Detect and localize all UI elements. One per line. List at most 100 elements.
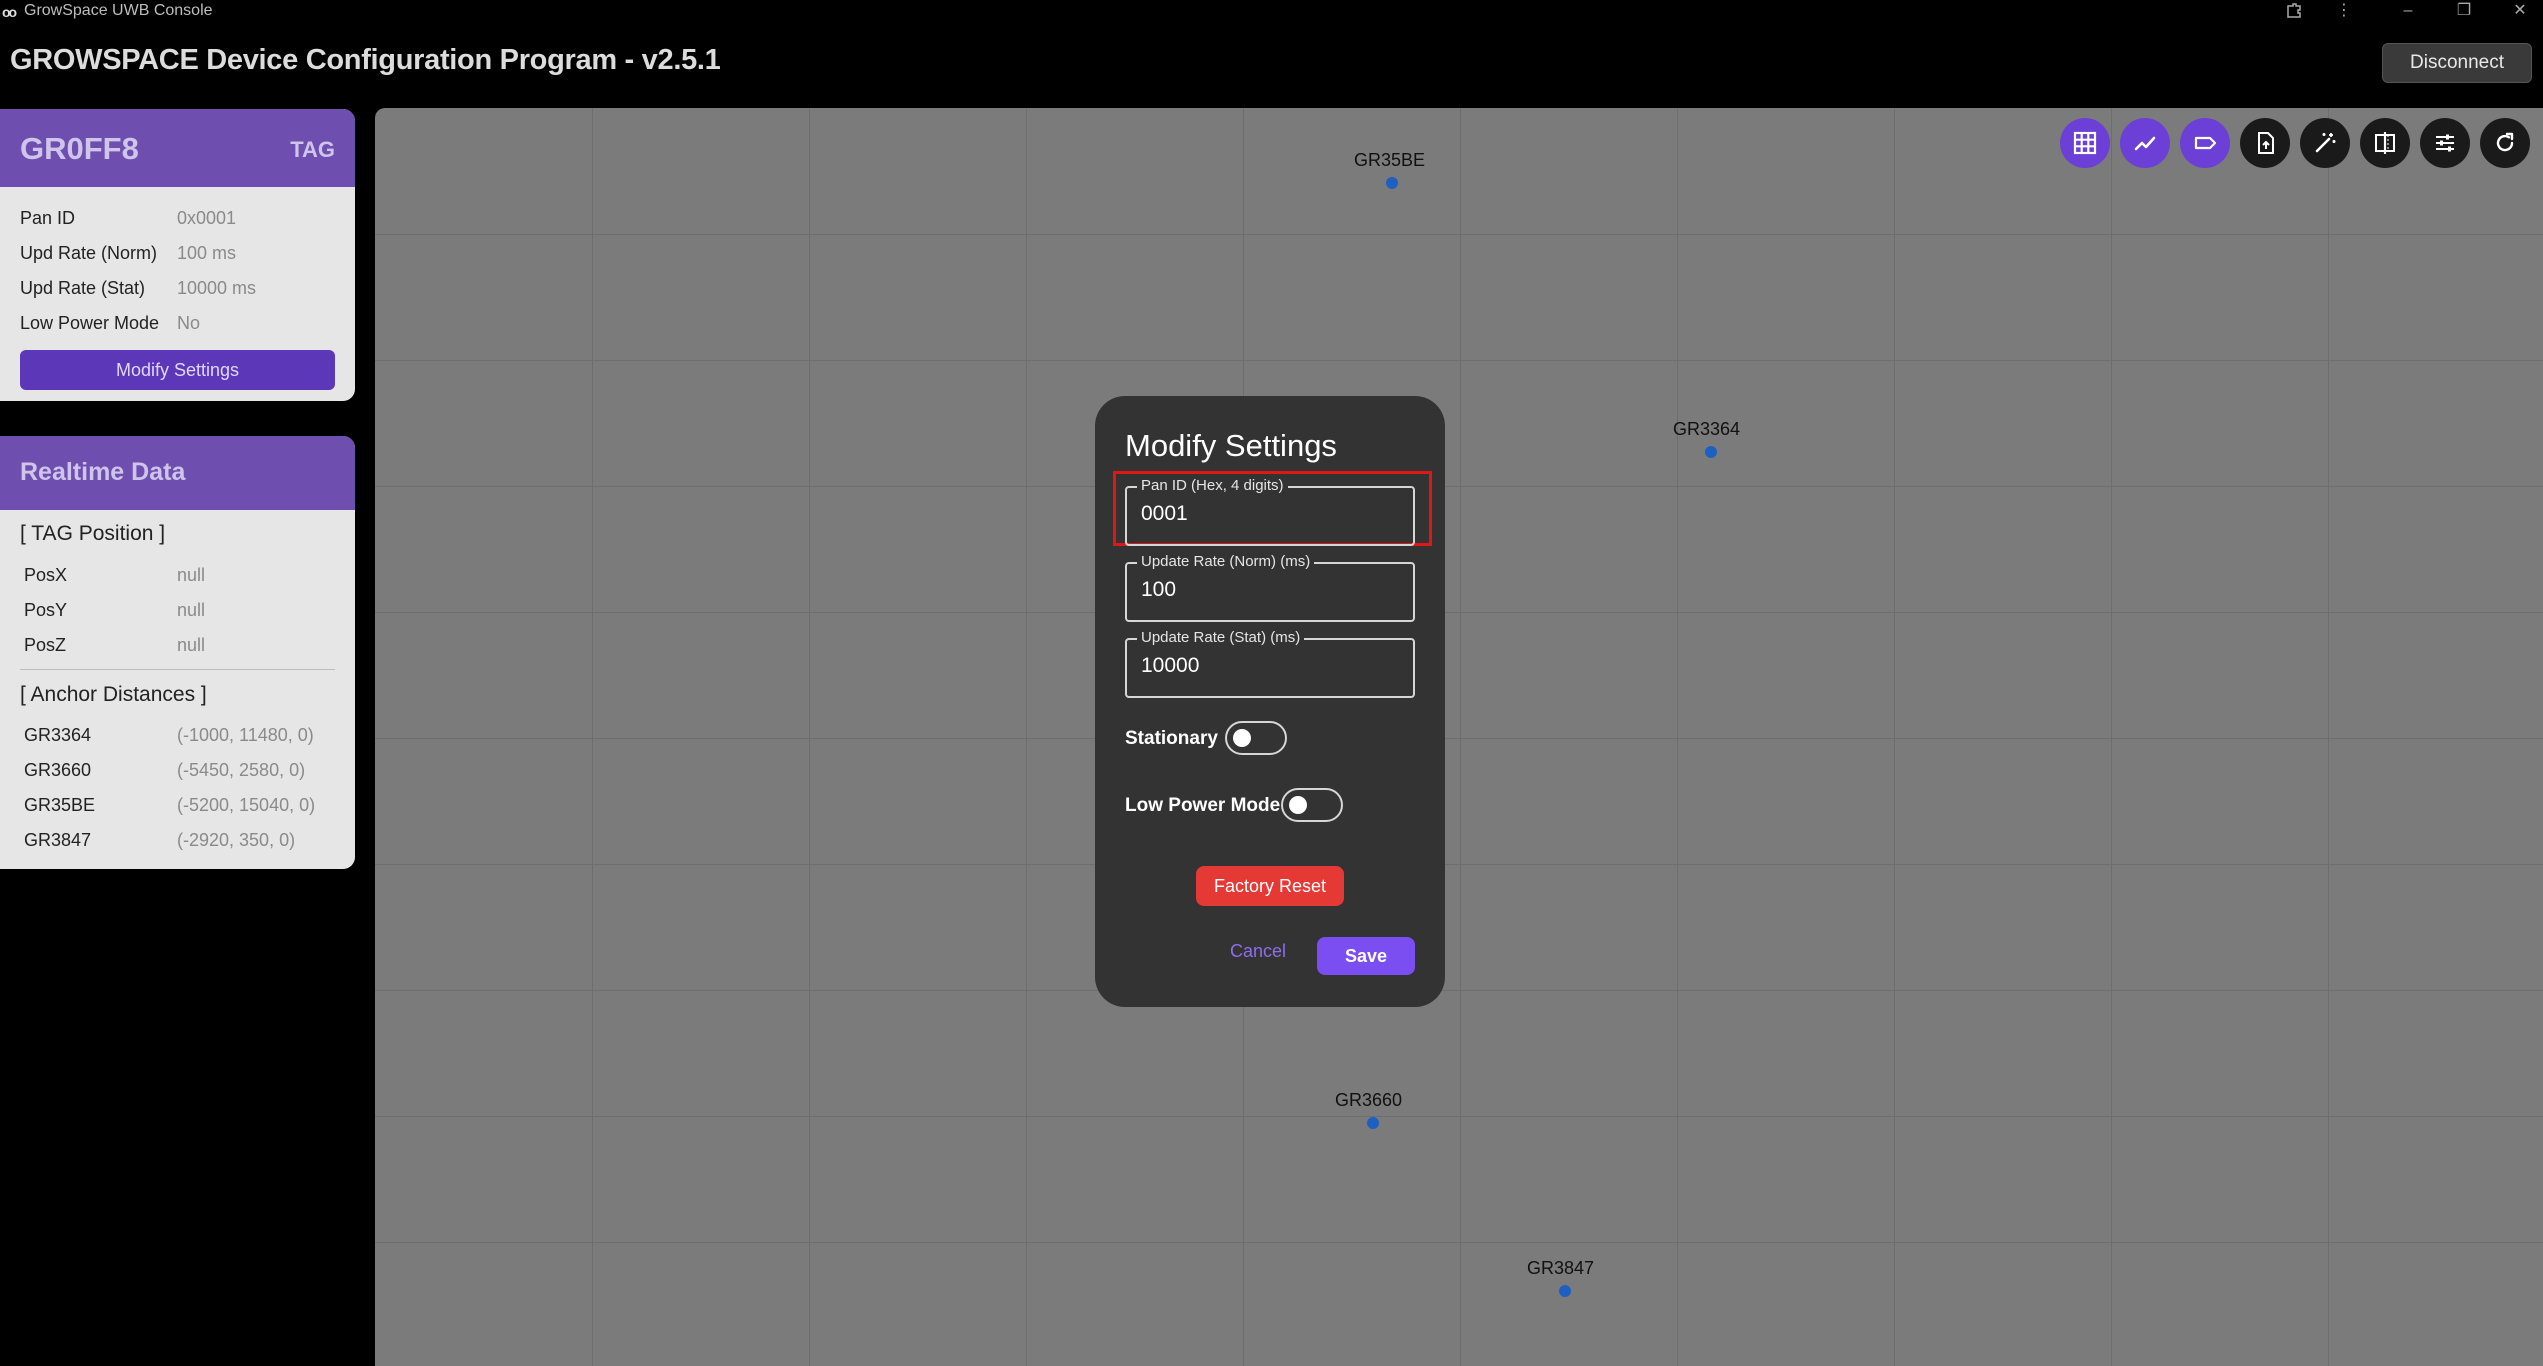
info-value: No [177, 313, 201, 333]
position-value: null [177, 565, 206, 585]
update-rate-stat-label: Update Rate (Stat) (ms) [1137, 629, 1305, 646]
info-label: Pan ID [20, 208, 76, 228]
factory-reset-button[interactable]: Factory Reset [1196, 866, 1344, 906]
anchor-label: GR35BE [24, 795, 96, 815]
anchor-label-gr35be: GR35BE [1354, 150, 1426, 170]
anchor-row: GR3660 (-5450, 2580, 0) [24, 753, 344, 787]
realtime-title: Realtime Data [20, 458, 186, 486]
upload-file-button[interactable] [2240, 118, 2290, 168]
save-button[interactable]: Save [1317, 937, 1415, 975]
update-rate-norm-field[interactable]: Update Rate (Norm) (ms) [1125, 553, 1415, 622]
label-icon [2194, 136, 2217, 150]
close-icon[interactable]: ✕ [2500, 0, 2540, 22]
update-rate-norm-input[interactable] [1141, 578, 1401, 602]
anchor-label: GR3364 [24, 725, 92, 745]
grid-line [1460, 108, 1461, 1366]
grid-line [375, 360, 2543, 361]
magic-wand-icon [2315, 133, 2336, 153]
position-value: null [177, 600, 206, 620]
info-label: Low Power Mode [20, 313, 160, 333]
section-divider [20, 669, 335, 670]
info-row-upd-rate-norm: Upd Rate (Norm) 100 ms [20, 236, 340, 270]
modify-settings-button[interactable]: Modify Settings [20, 350, 335, 390]
tag-position-title: [ TAG Position ] [20, 522, 166, 545]
auto-calibrate-button[interactable] [2300, 118, 2350, 168]
grid-icon [2073, 131, 2097, 155]
position-label: PosY [24, 600, 68, 620]
chart-line-icon [2134, 136, 2156, 151]
update-rate-stat-field[interactable]: Update Rate (Stat) (ms) [1125, 629, 1415, 698]
grid-toggle-button[interactable] [2060, 118, 2110, 168]
grid-line [375, 738, 2543, 739]
grid-line [375, 486, 2543, 487]
position-label: PosX [24, 565, 68, 585]
grid-line [592, 108, 593, 1366]
anchor-dot-gr3364[interactable] [1705, 446, 1717, 458]
position-row-z: PosZ null [24, 628, 344, 662]
info-row-upd-rate-stat: Upd Rate (Stat) 10000 ms [20, 271, 340, 305]
update-rate-norm-label: Update Rate (Norm) (ms) [1137, 553, 1315, 570]
grid-line [2328, 108, 2329, 1366]
anchor-row: GR3364 (-1000, 11480, 0) [24, 718, 344, 752]
realtime-card: Realtime Data [ TAG Position ] PosX null… [0, 436, 355, 869]
refresh-icon [2496, 132, 2514, 152]
anchor-label: GR3847 [24, 830, 92, 850]
chart-toggle-button[interactable] [2120, 118, 2170, 168]
info-row-pan-id: Pan ID 0x0001 [20, 201, 340, 235]
disconnect-button[interactable]: Disconnect [2382, 43, 2532, 83]
anchor-label-gr3847: GR3847 [1527, 1258, 1595, 1278]
grid-line [2111, 108, 2112, 1366]
minimize-icon[interactable]: – [2388, 0, 2428, 22]
position-value: null [177, 635, 206, 655]
compare-view-button[interactable] [2360, 118, 2410, 168]
anchor-row: GR3847 (-2920, 350, 0) [24, 823, 344, 857]
grid-line [375, 1242, 2543, 1243]
anchor-dot-gr3847[interactable] [1559, 1285, 1571, 1297]
realtime-card-header: Realtime Data [0, 436, 355, 510]
grid-line [375, 234, 2543, 235]
low-power-toggle[interactable] [1281, 788, 1343, 822]
file-upload-icon [2258, 132, 2274, 154]
modify-settings-dialog: Modify Settings Pan ID (Hex, 4 digits) U… [1095, 396, 1445, 1007]
anchor-value: (-5450, 2580, 0) [177, 760, 306, 780]
info-label: Upd Rate (Norm) [20, 243, 158, 263]
stationary-toggle[interactable] [1225, 721, 1287, 755]
extension-icon[interactable] [2274, 0, 2314, 22]
restore-icon[interactable]: ❐ [2444, 0, 2484, 22]
position-label: PosZ [24, 635, 67, 655]
anchor-dot-gr3660[interactable] [1367, 1117, 1379, 1129]
app-logo: oo [2, 4, 17, 20]
grid-line [375, 990, 2543, 991]
more-vertical-icon[interactable]: ⋮ [2324, 0, 2364, 22]
app-title: GROWSPACE Device Configuration Program -… [10, 44, 721, 76]
window-title: GrowSpace UWB Console [24, 2, 213, 19]
cancel-button[interactable]: Cancel [1230, 941, 1286, 962]
grid-line [1026, 108, 1027, 1366]
anchor-dot-gr35be[interactable] [1386, 177, 1398, 189]
grid-line [375, 612, 2543, 613]
anchor-distances-title: [ Anchor Distances ] [20, 683, 207, 706]
device-card-header: GR0FF8 TAG [0, 109, 355, 187]
anchor-value: (-1000, 11480, 0) [177, 725, 314, 745]
info-row-low-power: Low Power Mode No [20, 306, 340, 340]
pan-id-label: Pan ID (Hex, 4 digits) [1137, 477, 1288, 494]
anchor-value: (-5200, 15040, 0) [177, 795, 316, 815]
anchor-value: (-2920, 350, 0) [177, 830, 296, 850]
update-rate-stat-input[interactable] [1141, 654, 1401, 678]
device-name: GR0FF8 [20, 131, 139, 166]
position-row-y: PosY null [24, 593, 344, 627]
window-titlebar: oo GrowSpace UWB Console ⋮ – ❐ ✕ [0, 0, 2543, 22]
anchor-map[interactable]: GR35BE GR3364 GR3660 GR3847 [375, 108, 2543, 1366]
pan-id-field[interactable]: Pan ID (Hex, 4 digits) [1125, 477, 1415, 546]
info-value: 100 ms [177, 243, 237, 263]
dialog-title: Modify Settings [1125, 428, 1337, 463]
low-power-label: Low Power Mode [1125, 795, 1281, 816]
label-toggle-button[interactable] [2180, 118, 2230, 168]
pan-id-input[interactable] [1141, 502, 1401, 526]
settings-adjust-button[interactable] [2420, 118, 2470, 168]
anchor-label: GR3660 [24, 760, 92, 780]
anchor-row: GR35BE (-5200, 15040, 0) [24, 788, 344, 822]
grid-line [1894, 108, 1895, 1366]
anchor-label-gr3660: GR3660 [1335, 1090, 1403, 1110]
refresh-button[interactable] [2480, 118, 2530, 168]
